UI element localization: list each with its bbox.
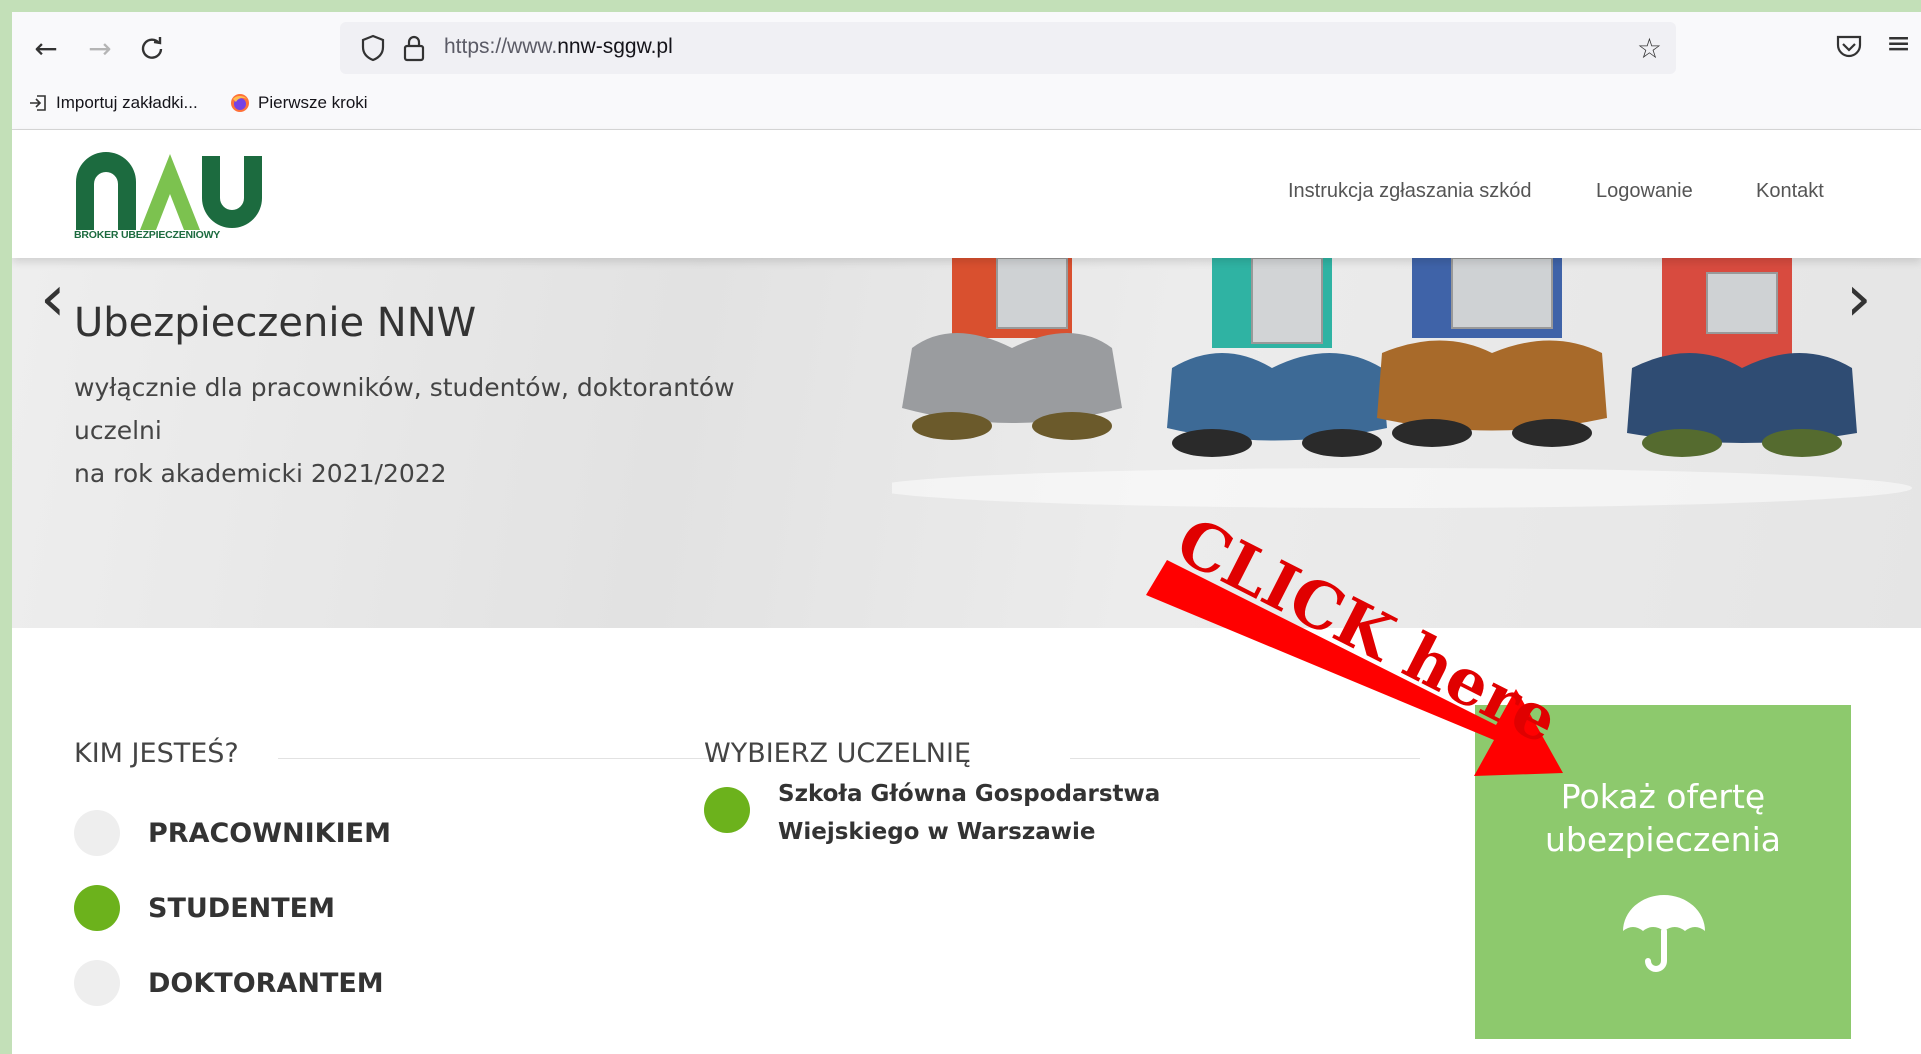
site-header: BROKER UBEZPIECZENIOWY Instrukcja zgłasz… xyxy=(12,130,1921,258)
hero-subtitle: wyłącznie dla pracowników, studentów, do… xyxy=(74,366,774,495)
forward-button[interactable]: → xyxy=(80,28,120,68)
option-label: PRACOWNIKIEM xyxy=(148,817,391,849)
bookmarks-toolbar: Importuj zakładki... Pierwsze kroki xyxy=(12,84,1921,130)
bookmark-getting-started[interactable]: Pierwsze kroki xyxy=(230,93,368,113)
menu-login[interactable]: Logowanie xyxy=(1596,180,1693,203)
logo-subtitle: BROKER UBEZPIECZENIOWY xyxy=(74,229,221,241)
reload-button[interactable] xyxy=(132,28,172,68)
bookmark-import[interactable]: Importuj zakładki... xyxy=(28,93,198,113)
import-icon xyxy=(30,95,46,111)
separator xyxy=(278,758,730,759)
umbrella-icon xyxy=(1623,895,1705,972)
students-image xyxy=(892,258,1912,508)
url-text[interactable]: https://www.nnw-sggw.pl xyxy=(444,35,673,59)
offer-text: Pokaż ofertę ubezpieczenia xyxy=(1475,775,1851,861)
offer-line1: Pokaż ofertę xyxy=(1560,777,1766,816)
hero-prev-arrow[interactable]: ‹ xyxy=(40,262,66,336)
option-employee[interactable]: PRACOWNIKIEM xyxy=(74,810,391,856)
radio-dot-selected[interactable] xyxy=(74,885,120,931)
hero-title: Ubezpieczenie NNW xyxy=(74,300,477,346)
app-menu-icon[interactable]: ≡ xyxy=(1886,26,1911,61)
radio-dot[interactable] xyxy=(74,960,120,1006)
show-offer-button[interactable]: Pokaż ofertę ubezpieczenia xyxy=(1475,705,1851,1039)
shield-icon[interactable] xyxy=(360,34,386,62)
separator xyxy=(1070,758,1420,759)
hero-next-arrow[interactable]: › xyxy=(1846,262,1872,336)
option-phd[interactable]: DOKTORANTEM xyxy=(74,960,384,1006)
back-button[interactable]: ← xyxy=(26,28,66,68)
bookmark-label: Importuj zakładki... xyxy=(56,93,198,112)
url-bar[interactable]: https://www.nnw-sggw.pl ☆ xyxy=(340,22,1676,74)
hero-slider: ‹ › Ubezpieczenie NNW wyłącznie dla prac… xyxy=(12,258,1921,628)
lock-icon[interactable] xyxy=(402,34,426,62)
offer-line2: ubezpieczenia xyxy=(1545,820,1781,859)
option-student[interactable]: STUDENTEM xyxy=(74,885,335,931)
reload-icon xyxy=(141,37,163,59)
url-domain: nnw-sggw.pl xyxy=(557,35,673,58)
radio-dot-selected[interactable] xyxy=(704,787,750,833)
university-option[interactable]: Szkoła Główna Gospodarstwa Wiejskiego w … xyxy=(704,775,1298,851)
firefox-icon xyxy=(231,94,249,112)
menu-contact[interactable]: Kontakt xyxy=(1756,180,1824,203)
hero-subtitle-line1: wyłącznie dla pracowników, studentów, do… xyxy=(74,373,735,445)
nau-logo[interactable] xyxy=(74,142,264,242)
option-label: DOKTORANTEM xyxy=(148,967,384,999)
url-prefix: https://www. xyxy=(444,35,558,58)
bookmark-star-icon[interactable]: ☆ xyxy=(1637,32,1662,65)
option-label: STUDENTEM xyxy=(148,892,335,924)
browser-window: ← → https://www.nnw-sggw.pl ☆ ≡ Importuj… xyxy=(12,12,1921,1054)
pocket-icon[interactable] xyxy=(1834,32,1864,62)
who-are-you-label: KIM JESTEŚ? xyxy=(74,738,239,769)
radio-dot[interactable] xyxy=(74,810,120,856)
menu-claims-instructions[interactable]: Instrukcja zgłaszania szkód xyxy=(1288,180,1531,203)
university-label: Szkoła Główna Gospodarstwa Wiejskiego w … xyxy=(778,781,1161,845)
browser-toolbar: ← → https://www.nnw-sggw.pl ☆ ≡ xyxy=(12,12,1921,84)
web-page: BROKER UBEZPIECZENIOWY Instrukcja zgłasz… xyxy=(12,130,1921,1054)
choose-university-label: WYBIERZ UCZELNIĘ xyxy=(704,738,972,769)
bookmark-label: Pierwsze kroki xyxy=(258,93,368,112)
hero-subtitle-line2: na rok akademicki 2021/2022 xyxy=(74,459,447,488)
